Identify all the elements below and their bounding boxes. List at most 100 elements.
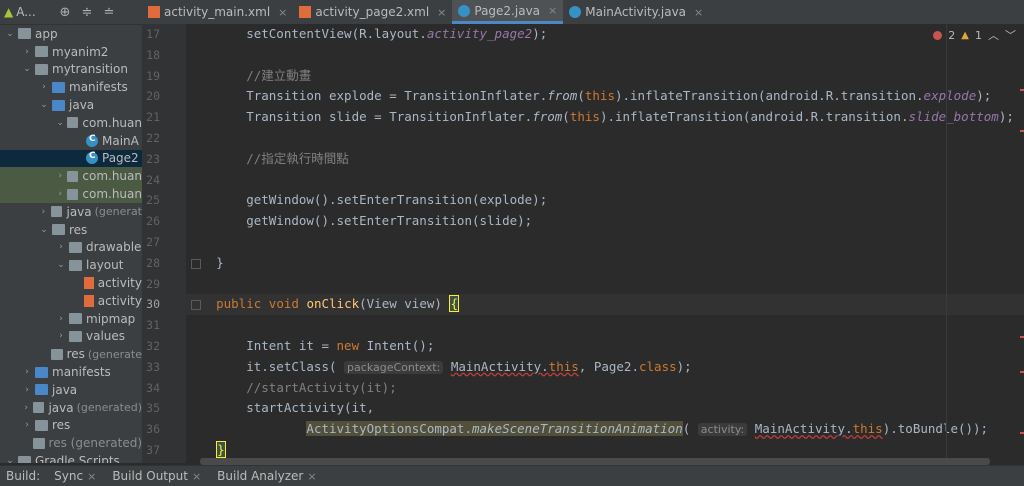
error-stripe-mark[interactable] (1020, 336, 1024, 338)
chevron-down-icon[interactable]: ⌄ (38, 100, 50, 110)
tree-item[interactable]: › java (0, 381, 142, 399)
tree-item[interactable]: › values (0, 328, 142, 346)
code-editor[interactable]: 2 ▲ 1 ︿ ﹀ setContentView(R.layout.activi… (186, 24, 1024, 463)
tab-build-output[interactable]: Build Output × (104, 469, 209, 483)
tree-item[interactable]: ⌄ com.huan (0, 114, 142, 132)
chevron-right-icon[interactable]: › (21, 420, 33, 430)
tree-item-label: app (35, 26, 58, 41)
collapse-all-icon[interactable]: ≐ (98, 5, 120, 20)
close-icon[interactable]: × (548, 4, 557, 17)
tab-sync[interactable]: Sync × (46, 469, 104, 483)
line-number[interactable]: 25 (142, 190, 168, 211)
tree-item[interactable]: ⌄ java (0, 96, 142, 114)
line-number[interactable]: 31 (142, 315, 168, 336)
chevron-down-icon[interactable]: ⌄ (55, 118, 65, 128)
tree-item[interactable]: › manifests (0, 78, 142, 96)
tree-item[interactable]: › res (0, 417, 142, 435)
tree-item[interactable]: ⌄ Gradle Scripts (0, 452, 142, 463)
tree-item-label: MainA (102, 133, 139, 148)
editor-tab[interactable]: MainActivity.java × (563, 0, 709, 24)
tree-item[interactable]: ⌄ layout (0, 256, 142, 274)
close-icon[interactable]: × (437, 6, 446, 19)
line-number[interactable]: 30 (142, 294, 168, 315)
tree-item[interactable]: › mipmap (0, 310, 142, 328)
chevron-right-icon[interactable]: › (21, 403, 31, 413)
chevron-right-icon[interactable]: › (38, 207, 49, 217)
chevron-down-icon[interactable]: ⌄ (55, 260, 67, 270)
editor-tab[interactable]: activity_page2.xml × (293, 0, 452, 24)
chevron-down-icon[interactable]: ⌄ (4, 456, 16, 463)
project-view-selector[interactable]: ▲ A... (0, 5, 54, 19)
folder-icon (67, 117, 79, 129)
line-number[interactable]: 27 (142, 232, 168, 253)
tree-item[interactable]: ⌄ mytransition (0, 61, 142, 79)
line-number[interactable]: 29 (142, 274, 168, 295)
error-stripe-mark[interactable] (1020, 130, 1024, 132)
line-number[interactable]: 23 (142, 149, 168, 170)
tree-item[interactable]: res (generated) (0, 434, 142, 452)
tree-item[interactable]: › com.huan (0, 167, 142, 186)
tree-item[interactable]: › drawable (0, 239, 142, 257)
line-number[interactable]: 35 (142, 398, 168, 419)
expand-all-icon[interactable]: ≑ (76, 5, 98, 20)
line-number[interactable]: 37 (142, 440, 168, 461)
tree-item[interactable]: › myanim2 (0, 43, 142, 61)
tree-item[interactable]: res (generate (0, 345, 142, 363)
close-icon[interactable]: × (192, 470, 201, 483)
code-line: getWindow().setEnterTransition(explode); (186, 192, 548, 208)
fold-marker[interactable] (191, 258, 201, 269)
close-icon[interactable]: × (87, 470, 96, 483)
chevron-right-icon[interactable]: › (21, 47, 33, 57)
chevron-down-icon[interactable]: ⌄ (21, 64, 33, 74)
error-stripe-mark[interactable] (1020, 371, 1024, 373)
chevron-right-icon[interactable]: › (55, 331, 67, 341)
locate-icon[interactable]: ⊕ (54, 5, 76, 20)
horizontal-scrollbar[interactable] (200, 458, 990, 465)
error-stripe-mark[interactable] (1020, 89, 1024, 91)
tree-item[interactable]: ⌄ res (0, 221, 142, 239)
chevron-right-icon[interactable]: › (55, 314, 67, 324)
line-number[interactable]: 28 (142, 253, 168, 274)
line-number[interactable]: 36 (142, 419, 168, 440)
line-number[interactable]: 19 (142, 66, 168, 87)
tree-item[interactable]: activity (0, 292, 142, 310)
chevron-right-icon[interactable]: › (38, 82, 50, 92)
editor-tab[interactable]: activity_main.xml × (142, 0, 293, 24)
chevron-right-icon[interactable]: › (55, 171, 65, 181)
close-icon[interactable]: × (694, 6, 703, 19)
tree-item[interactable]: › java (generat (0, 203, 142, 221)
line-number[interactable]: 34 (142, 378, 168, 399)
tree-item[interactable]: ⌄ app (0, 25, 142, 43)
tree-item[interactable]: › com.huan (0, 185, 142, 203)
chevron-right-icon[interactable]: › (21, 367, 33, 377)
close-icon[interactable]: × (278, 6, 287, 19)
line-number[interactable]: 33 (142, 357, 168, 378)
tab-build-analyzer[interactable]: Build Analyzer × (209, 469, 324, 483)
line-number[interactable]: 18 (142, 45, 168, 66)
tree-item[interactable]: › manifests (0, 363, 142, 381)
line-number[interactable]: 20 (142, 86, 168, 107)
chevron-right-icon[interactable]: › (21, 385, 33, 395)
chevron-right-icon[interactable]: › (55, 242, 67, 252)
chevron-down-icon[interactable]: ⌄ (4, 29, 16, 39)
close-icon[interactable]: × (307, 470, 316, 483)
chevron-down-icon[interactable]: ⌄ (38, 225, 50, 235)
tab-label: Page2.java (474, 3, 541, 18)
line-number[interactable]: 26 (142, 211, 168, 232)
tree-item[interactable]: Page2 (0, 149, 142, 168)
editor-tab[interactable]: Page2.java × (452, 0, 564, 24)
line-number[interactable]: 22 (142, 128, 168, 149)
line-number[interactable]: 17 (142, 24, 168, 45)
line-number[interactable]: 32 (142, 336, 168, 357)
line-number[interactable]: 24 (142, 170, 168, 191)
line-number[interactable]: 21 (142, 107, 168, 128)
chevron-right-icon[interactable]: › (55, 189, 65, 199)
fold-marker[interactable] (191, 300, 201, 311)
tree-item[interactable]: activity (0, 274, 142, 292)
error-stripe-mark[interactable] (1020, 432, 1024, 434)
tree-item[interactable]: MainA (0, 132, 142, 150)
folder-icon (52, 81, 65, 93)
tree-item[interactable]: › java (generated) (0, 399, 142, 417)
